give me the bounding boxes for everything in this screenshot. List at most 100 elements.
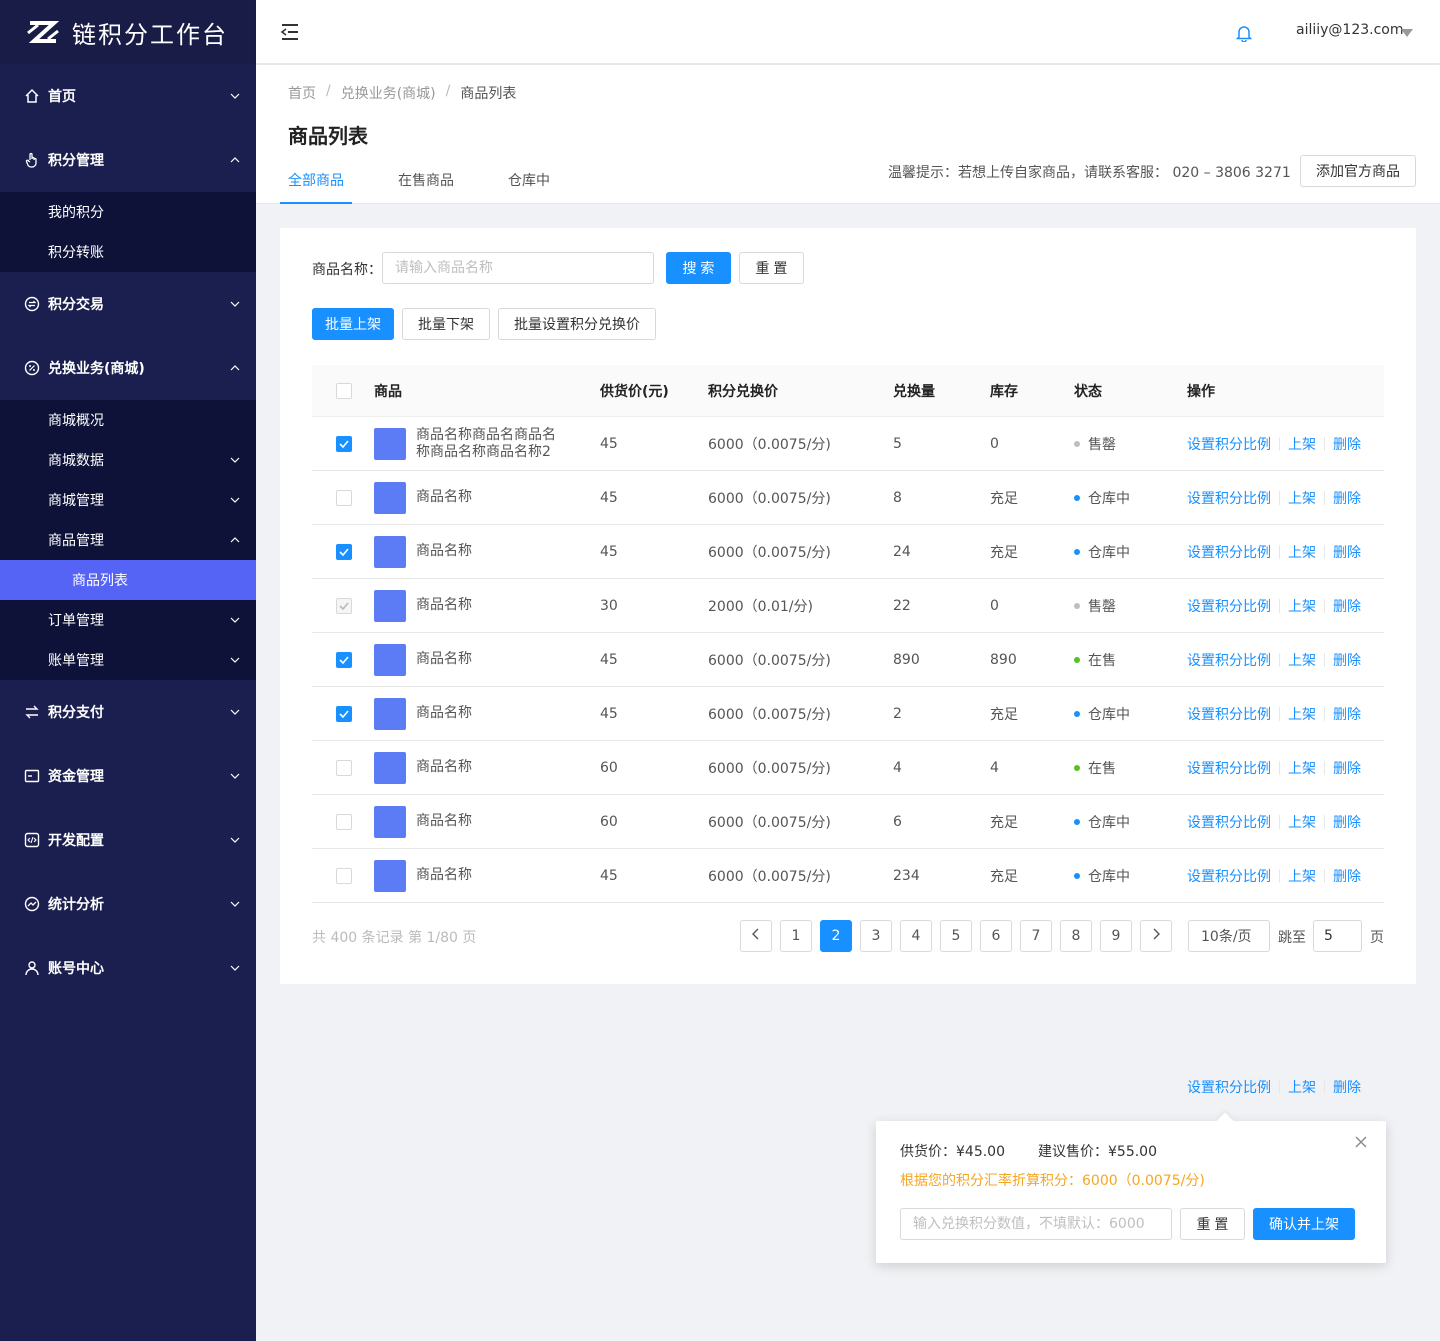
on-shelf-link[interactable]: 上架 (1288, 758, 1316, 778)
confirm-on-shelf-button[interactable]: 确认并上架 (1253, 1208, 1355, 1240)
menu-fold-icon[interactable] (280, 22, 300, 42)
sidebar-item-home[interactable]: 首页 (0, 64, 256, 128)
set-ratio-link[interactable]: 设置积分比例 (1187, 704, 1271, 724)
row-checkbox[interactable] (336, 813, 352, 830)
on-shelf-link[interactable]: 上架 (1288, 542, 1316, 562)
on-shelf-link[interactable]: 上架 (1288, 866, 1316, 886)
delete-link[interactable]: 删除 (1333, 758, 1361, 778)
logo[interactable]: 链积分工作台 (0, 0, 256, 64)
submenu-item[interactable]: 账单管理 (0, 640, 256, 680)
delete-link[interactable]: 删除 (1333, 542, 1361, 562)
tab-item[interactable]: 全部商品 (280, 169, 352, 204)
page-button[interactable]: 5 (940, 920, 972, 952)
close-icon[interactable] (1354, 1135, 1368, 1149)
row-checkbox[interactable] (336, 867, 352, 884)
page-button[interactable]: 9 (1100, 920, 1132, 952)
page-button[interactable]: 3 (860, 920, 892, 952)
submenu-item[interactable]: 订单管理 (0, 600, 256, 640)
tab-item[interactable]: 在售商品 (390, 169, 462, 204)
select-all-checkbox[interactable] (336, 382, 352, 399)
sidebar-item-fund[interactable]: 资金管理 (0, 744, 256, 808)
on-shelf-link[interactable]: 上架 (1288, 1077, 1316, 1097)
on-shelf-link[interactable]: 上架 (1288, 812, 1316, 832)
page-button[interactable]: 8 (1060, 920, 1092, 952)
table-row: 商品名称 45 6000（0.0075/分) 8 充足 仓库中 设置积分比例 上… (312, 471, 1384, 525)
set-ratio-link[interactable]: 设置积分比例 (1187, 866, 1271, 886)
breadcrumb-mall[interactable]: 兑换业务(商城) (341, 83, 436, 103)
set-ratio-link[interactable]: 设置积分比例 (1187, 434, 1271, 454)
submenu-item[interactable]: 积分转账 (0, 232, 256, 272)
sidebar-item-mall[interactable]: 兑换业务(商城) (0, 336, 256, 400)
page-button[interactable]: 4 (900, 920, 932, 952)
row-checkbox[interactable] (336, 651, 352, 668)
on-shelf-link[interactable]: 上架 (1288, 704, 1316, 724)
divider (1324, 706, 1325, 721)
delete-link[interactable]: 删除 (1333, 1077, 1361, 1097)
batch-on-shelf-button[interactable]: 批量上架 (312, 308, 394, 340)
user-email[interactable]: ailiiy@123.com (1296, 22, 1404, 38)
sidebar-item-pay[interactable]: 积分支付 (0, 680, 256, 744)
on-shelf-link[interactable]: 上架 (1288, 596, 1316, 616)
submenu-item[interactable]: 商品管理 (0, 520, 256, 560)
on-shelf-link[interactable]: 上架 (1288, 434, 1316, 454)
table-row: 商品名称 45 6000（0.0075/分) 234 充足 仓库中 设置积分比例… (312, 849, 1384, 903)
set-ratio-link[interactable]: 设置积分比例 (1187, 812, 1271, 832)
sidebar-item-label: 开发配置 (48, 833, 104, 849)
submenu-item[interactable]: 商城数据 (0, 440, 256, 480)
row-checkbox[interactable] (336, 489, 352, 506)
submenu-item[interactable]: 我的积分 (0, 192, 256, 232)
page-button[interactable]: 6 (980, 920, 1012, 952)
set-ratio-link[interactable]: 设置积分比例 (1187, 1077, 1271, 1097)
delete-link[interactable]: 删除 (1333, 650, 1361, 670)
delete-link[interactable]: 删除 (1333, 704, 1361, 724)
batch-off-shelf-button[interactable]: 批量下架 (402, 308, 490, 340)
page-button[interactable]: 1 (780, 920, 812, 952)
row-checkbox[interactable] (336, 705, 352, 722)
submenu-item-product-list[interactable]: 商品列表 (0, 560, 256, 600)
set-ratio-link[interactable]: 设置积分比例 (1187, 650, 1271, 670)
submenu-item-label: 商城数据 (48, 453, 104, 469)
jump-page-input[interactable] (1313, 920, 1362, 952)
page-button[interactable]: 7 (1020, 920, 1052, 952)
sidebar-item-points[interactable]: 积分管理 (0, 128, 256, 192)
add-official-product-button[interactable]: 添加官方商品 (1300, 155, 1416, 187)
delete-link[interactable]: 删除 (1333, 596, 1361, 616)
submenu-item[interactable]: 商城概况 (0, 400, 256, 440)
set-ratio-link[interactable]: 设置积分比例 (1187, 758, 1271, 778)
row-checkbox[interactable] (336, 759, 352, 776)
search-button[interactable]: 搜 索 (666, 252, 731, 284)
delete-link[interactable]: 删除 (1333, 434, 1361, 454)
submenu-item[interactable]: 商城管理 (0, 480, 256, 520)
row-checkbox[interactable] (336, 543, 352, 560)
row-checkbox[interactable] (336, 435, 352, 452)
status-badge: 售罄 (1088, 436, 1116, 453)
batch-set-price-button[interactable]: 批量设置积分兑换价 (498, 308, 656, 340)
prev-page-button[interactable] (740, 920, 772, 952)
breadcrumb-home[interactable]: 首页 (288, 83, 316, 103)
set-ratio-link[interactable]: 设置积分比例 (1187, 488, 1271, 508)
status-dot (1074, 710, 1080, 717)
delete-link[interactable]: 删除 (1333, 488, 1361, 508)
delete-link[interactable]: 删除 (1333, 812, 1361, 832)
bell-icon[interactable] (1235, 24, 1253, 43)
delete-link[interactable]: 删除 (1333, 866, 1361, 886)
tab-item[interactable]: 仓库中 (500, 169, 558, 204)
product-name-input[interactable] (382, 252, 654, 284)
next-page-button[interactable] (1140, 920, 1172, 952)
page-button[interactable]: 2 (820, 920, 852, 952)
sidebar-item-dev[interactable]: 开发配置 (0, 808, 256, 872)
exchange-points-input[interactable] (900, 1208, 1172, 1240)
set-ratio-link[interactable]: 设置积分比例 (1187, 596, 1271, 616)
popover-reset-button[interactable]: 重 置 (1180, 1208, 1245, 1240)
percent-circle-icon (24, 360, 40, 376)
sidebar-item-stats[interactable]: 统计分析 (0, 872, 256, 936)
reset-button[interactable]: 重 置 (739, 252, 804, 284)
page-size-select[interactable]: 10条/页 (1188, 920, 1270, 952)
sidebar-item-account[interactable]: 账号中心 (0, 936, 256, 1000)
set-ratio-link[interactable]: 设置积分比例 (1187, 542, 1271, 562)
on-shelf-link[interactable]: 上架 (1288, 488, 1316, 508)
on-shelf-link[interactable]: 上架 (1288, 650, 1316, 670)
sidebar-item-trade[interactable]: 积分交易 (0, 272, 256, 336)
exchange-qty: 2 (893, 705, 902, 722)
caret-down-icon[interactable] (1400, 26, 1414, 37)
